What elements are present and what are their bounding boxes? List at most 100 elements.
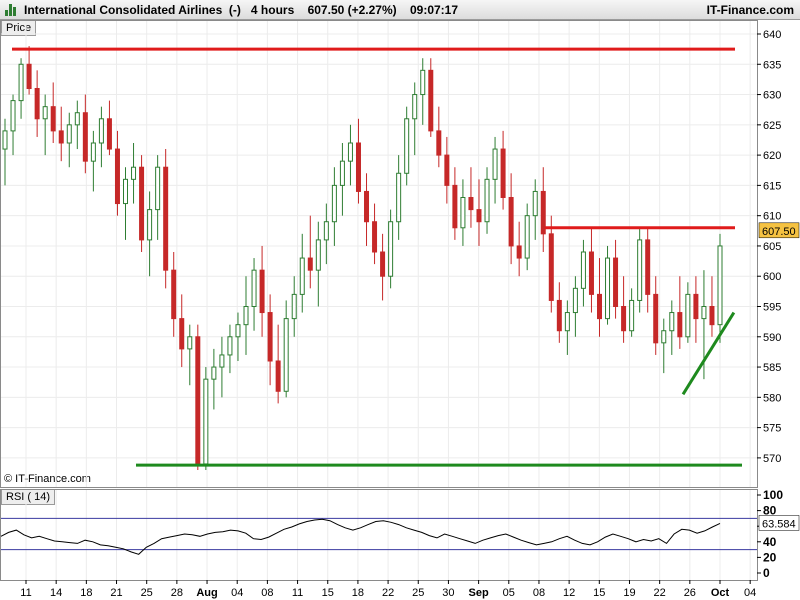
candle: [572, 276, 578, 337]
candle: [179, 294, 185, 368]
candle-body: [155, 166, 161, 211]
x-tick-label: 25: [141, 587, 153, 599]
candle: [436, 106, 442, 168]
candle-body: [34, 88, 40, 120]
candle: [74, 100, 80, 150]
candle-body: [211, 366, 217, 380]
candle: [476, 179, 482, 246]
candle-body: [179, 318, 185, 350]
candle: [259, 245, 265, 337]
candle: [90, 130, 96, 192]
candle-body: [380, 251, 386, 277]
candle: [468, 167, 474, 228]
candle-body: [452, 184, 458, 229]
candle: [171, 252, 177, 337]
rsi-line: [0, 518, 721, 555]
candle-body: [388, 221, 394, 277]
x-tick-label: 08: [261, 587, 273, 599]
candle-body: [307, 257, 313, 271]
candle-body: [90, 142, 96, 162]
candle: [669, 300, 675, 355]
candle-body: [219, 354, 225, 368]
candle-body: [50, 106, 56, 132]
x-tick-label: Aug: [196, 587, 217, 599]
candle-body: [147, 209, 153, 241]
candle-body: [661, 330, 667, 344]
candle-body: [637, 239, 643, 301]
x-tick-label: 14: [50, 587, 62, 599]
candle: [307, 215, 313, 289]
candle: [508, 173, 514, 265]
candle: [677, 276, 683, 349]
x-tick-label: 28: [171, 587, 183, 599]
candle-body: [428, 69, 434, 132]
candle-body: [556, 299, 562, 332]
candle-body: [259, 269, 265, 314]
x-tick-label: 22: [654, 587, 666, 599]
candle-body: [267, 312, 273, 362]
candle-body: [139, 166, 145, 241]
candle-body: [291, 293, 297, 320]
candle: [291, 276, 297, 337]
x-tick-label: 05: [503, 587, 515, 599]
candle: [26, 46, 32, 95]
candle-body: [621, 306, 627, 332]
candle-body: [123, 178, 129, 205]
x-tick-label: 12: [563, 587, 575, 599]
candle-body: [26, 63, 32, 89]
y-tick-label: 580: [763, 392, 781, 404]
rsi-y-tick-label: 0: [763, 566, 770, 580]
candle-body: [203, 378, 209, 465]
candle-body: [508, 197, 514, 247]
candle: [211, 348, 217, 410]
candle-body: [74, 112, 80, 126]
candle: [653, 276, 659, 355]
candle: [548, 215, 554, 313]
candle-body: [524, 215, 530, 259]
candle: [588, 227, 594, 313]
candle-body: [709, 306, 715, 326]
candle: [187, 324, 193, 386]
y-tick-label: 640: [763, 29, 781, 41]
x-tick-label: 26: [684, 587, 696, 599]
candle: [227, 324, 233, 374]
candle-body: [18, 63, 24, 102]
candle: [219, 336, 225, 398]
y-tick-label: 630: [763, 90, 781, 102]
candle: [331, 167, 337, 246]
candle: [315, 221, 321, 307]
x-tick-label: Oct: [711, 587, 730, 599]
candle-body: [171, 269, 177, 320]
candle-body: [10, 100, 16, 132]
x-tick-label: 04: [231, 587, 243, 599]
candle-body: [355, 142, 361, 192]
y-tick-label: 600: [763, 271, 781, 283]
candle-body: [331, 184, 337, 223]
candle: [251, 258, 257, 331]
x-tick-label: 15: [593, 587, 605, 599]
candle-body: [396, 172, 402, 223]
candle: [540, 167, 546, 252]
y-tick-label: 625: [763, 120, 781, 132]
candle-body: [98, 118, 104, 144]
candle: [629, 288, 635, 337]
candle-body: [717, 245, 723, 326]
candle-body: [227, 336, 233, 356]
candle-body: [283, 318, 289, 392]
candle: [637, 227, 643, 313]
candle: [661, 318, 667, 374]
candle-body: [163, 166, 169, 271]
candle: [428, 58, 434, 137]
candle: [267, 294, 273, 386]
candle-body: [532, 190, 538, 217]
candle: [203, 367, 209, 470]
candle-body: [42, 106, 48, 120]
rsi-y-tick-label: 40: [763, 535, 777, 549]
x-tick-label: 21: [110, 587, 122, 599]
candle-body: [645, 239, 651, 295]
candle: [580, 239, 586, 307]
candle-body: [669, 312, 675, 332]
candle: [131, 143, 137, 204]
candle: [18, 58, 24, 119]
candle: [492, 136, 498, 204]
